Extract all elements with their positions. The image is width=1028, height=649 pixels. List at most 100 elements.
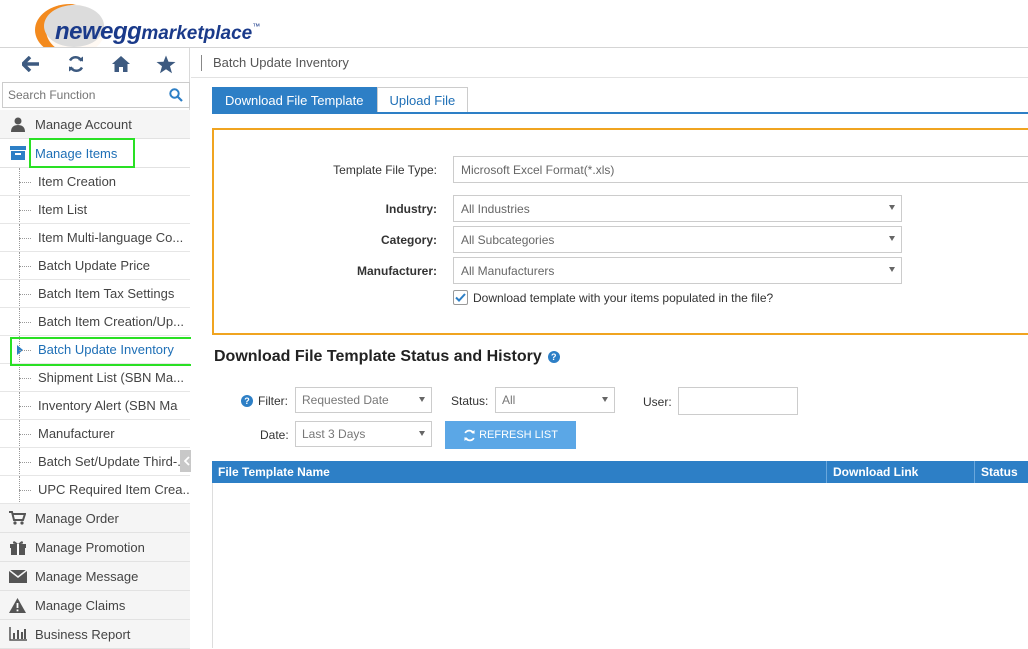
sidebar-toolbar [0, 48, 189, 80]
refresh-list-label: REFRESH LIST [479, 429, 558, 441]
manufacturer-value: All Manufacturers [461, 263, 555, 278]
logo-product-text: marketplace [141, 23, 253, 44]
sidebar-item-manage-promotion[interactable]: Manage Promotion [0, 533, 190, 562]
sidebar-item-manage-message[interactable]: Manage Message [0, 562, 190, 591]
sidebar-subitem-inventory-alert[interactable]: Inventory Alert (SBN Ma [0, 392, 190, 420]
subitem-label: Shipment List (SBN Ma... [38, 370, 184, 385]
breadcrumb-separator [201, 54, 202, 71]
sidebar-item-business-report[interactable]: Business Report [0, 620, 190, 649]
subitem-label: Item Creation [38, 174, 117, 189]
dropdown-caret-icon [889, 236, 895, 241]
checkmark-icon [455, 293, 466, 302]
newegg-marketplace-logo[interactable]: newegg marketplace ™ [30, 0, 260, 56]
date-value: Last 3 Days [302, 427, 366, 441]
filter-select[interactable]: Requested Date [295, 387, 432, 413]
sidebar-item-manage-account[interactable]: Manage Account [0, 110, 190, 139]
sidebar-menu: Manage Account Manage Items Item Creatio… [0, 110, 190, 649]
subitem-label: Item Multi-language Co... [38, 230, 184, 245]
tab-download-file-template[interactable]: Download File Template [212, 87, 377, 113]
main-content: Batch Update Inventory Download File Tem… [191, 48, 1028, 648]
search-icon[interactable] [169, 88, 183, 105]
manufacturer-select[interactable]: All Manufacturers [453, 257, 902, 284]
column-download-link[interactable]: Download Link [827, 461, 975, 483]
column-file-template-name[interactable]: File Template Name [212, 461, 827, 483]
box-icon [0, 146, 35, 160]
sidebar-item-manage-items[interactable]: Manage Items [0, 139, 190, 168]
template-type-field[interactable]: Microsoft Excel Format(*.xls) [453, 156, 1028, 183]
industry-value: All Industries [461, 201, 530, 216]
template-form-panel: Template File Type: Microsoft Excel Form… [212, 128, 1028, 335]
sidebar-item-label: Manage Order [35, 510, 119, 526]
date-label: Date: [260, 428, 289, 442]
subitem-label: UPC Required Item Crea... [38, 482, 190, 497]
sidebar-item-manage-order[interactable]: Manage Order [0, 504, 190, 533]
user-input[interactable] [678, 387, 798, 415]
back-arrow-icon[interactable] [8, 48, 53, 80]
status-select[interactable]: All [495, 387, 615, 413]
sidebar-item-label: Manage Account [35, 116, 132, 132]
logo-brand-text: newegg [55, 18, 142, 45]
gift-icon [0, 540, 35, 555]
sidebar-subitem-batch-item-tax[interactable]: Batch Item Tax Settings [0, 280, 190, 308]
sidebar-subitem-manufacturer[interactable]: Manufacturer [0, 420, 190, 448]
sidebar-subitem-batch-item-creation[interactable]: Batch Item Creation/Up... [0, 308, 190, 336]
industry-label: Industry: [385, 201, 437, 216]
tab-underline [212, 112, 1028, 114]
sidebar-item-manage-claims[interactable]: Manage Claims [0, 591, 190, 620]
sidebar-item-label: Manage Message [35, 568, 139, 584]
function-search-box [2, 82, 190, 108]
filter-value: Requested Date [302, 393, 389, 407]
breadcrumb-current: Batch Update Inventory [213, 55, 349, 70]
date-select[interactable]: Last 3 Days [295, 421, 432, 447]
star-icon[interactable] [143, 48, 188, 80]
row-template-file-type: Template File Type: Microsoft Excel Form… [214, 156, 1028, 183]
row-manufacturer: Manufacturer: All Manufacturers [214, 257, 902, 284]
row-category: Category: All Subcategories [214, 226, 902, 253]
subitem-label: Batch Item Creation/Up... [38, 314, 184, 329]
home-icon[interactable] [98, 48, 143, 80]
bar-chart-icon [0, 627, 35, 641]
row-populate-checkbox: Download template with your items popula… [453, 290, 773, 305]
refresh-list-button[interactable]: REFRESH LIST [445, 421, 576, 449]
refresh-icon[interactable] [53, 48, 98, 80]
subitem-label: Batch Update Inventory [38, 342, 174, 357]
sidebar-subitem-shipment-list[interactable]: Shipment List (SBN Ma... [0, 364, 190, 392]
populate-items-checkbox[interactable] [453, 290, 468, 305]
sidebar-subitem-item-multilanguage[interactable]: Item Multi-language Co... [0, 224, 190, 252]
tab-upload-file[interactable]: Upload File [376, 87, 469, 113]
refresh-icon [464, 429, 475, 441]
column-status[interactable]: Status [975, 461, 1028, 483]
history-title-text: Download File Template Status and Histor… [214, 348, 542, 365]
sidebar-subitem-upc-required[interactable]: UPC Required Item Crea... [0, 476, 190, 504]
function-search-input[interactable] [3, 83, 163, 107]
subitem-label: Batch Set/Update Third-... [38, 454, 189, 469]
tab-bar: Download File Template Upload File [212, 87, 469, 113]
sidebar-item-label: Manage Items [35, 145, 118, 161]
row-industry: Industry: All Industries [214, 195, 902, 222]
filter-help-icon[interactable]: ? [241, 395, 253, 407]
dropdown-caret-icon [889, 205, 895, 210]
subitem-label: Manufacturer [38, 426, 115, 441]
status-value: All [502, 393, 516, 407]
category-select[interactable]: All Subcategories [453, 226, 902, 253]
sidebar-subitem-batch-update-inventory[interactable]: Batch Update Inventory [0, 336, 190, 364]
sidebar: Manage Account Manage Items Item Creatio… [0, 48, 195, 649]
sidebar-item-label: Manage Claims [35, 597, 126, 613]
sidebar-subitem-batch-update-price[interactable]: Batch Update Price [0, 252, 190, 280]
populate-items-label[interactable]: Download template with your items popula… [473, 291, 773, 305]
active-caret-icon [17, 345, 23, 355]
dropdown-caret-icon [889, 267, 895, 272]
sidebar-subitem-item-list[interactable]: Item List [0, 196, 190, 224]
industry-select[interactable]: All Industries [453, 195, 902, 222]
sidebar-subitem-batch-set-update[interactable]: Batch Set/Update Third-... [0, 448, 190, 476]
cart-icon [0, 511, 35, 525]
subitem-label: Inventory Alert (SBN Ma [38, 398, 178, 413]
help-icon[interactable]: ? [547, 351, 560, 363]
subitem-label: Batch Update Price [38, 258, 151, 273]
sidebar-item-label: Manage Promotion [35, 539, 145, 555]
dropdown-caret-icon [602, 397, 608, 402]
status-label: Status: [451, 394, 489, 408]
user-icon [0, 117, 35, 132]
warning-icon [0, 597, 35, 613]
sidebar-subitem-item-creation[interactable]: Item Creation [0, 168, 190, 196]
